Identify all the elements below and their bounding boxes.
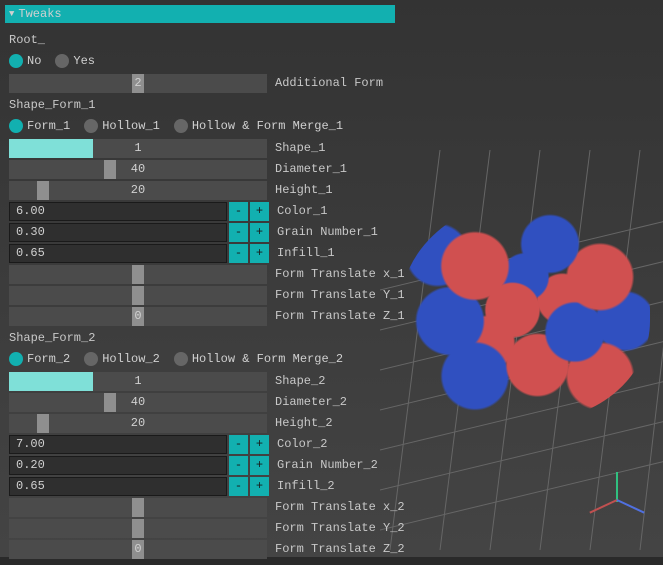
diameter2-slider[interactable]: 40 (9, 393, 267, 412)
tx2-label: Form Translate x_2 (275, 500, 405, 514)
tz1-value: 0 (134, 309, 141, 323)
rendered-object (400, 200, 650, 420)
infill1-input[interactable]: 0.65 (9, 244, 227, 263)
root-yes-label: Yes (73, 54, 95, 68)
grain2-input[interactable]: 0.20 (9, 456, 227, 475)
additional-form-label: Additional Form (275, 76, 383, 90)
grain1-plus-button[interactable]: + (250, 223, 269, 242)
color2-label: Color_2 (277, 437, 327, 451)
form1-radio-merge[interactable] (174, 119, 188, 133)
infill2-input[interactable]: 0.65 (9, 477, 227, 496)
tx1-slider[interactable] (9, 265, 267, 284)
form1-radio-hollow[interactable] (84, 119, 98, 133)
height2-value: 20 (131, 416, 145, 430)
tz2-slider[interactable]: 0 (9, 540, 267, 559)
tx2-slider[interactable] (9, 498, 267, 517)
grain1-input[interactable]: 0.30 (9, 223, 227, 242)
tz1-label: Form Translate Z_1 (275, 309, 405, 323)
form1-radio-form-label: Form_1 (27, 119, 70, 133)
diameter2-value: 40 (131, 395, 145, 409)
shape1-label: Shape_1 (275, 141, 325, 155)
infill1-label: Infill_1 (277, 246, 335, 260)
form2-radio-hollow-label: Hollow_2 (102, 352, 160, 366)
color1-input[interactable]: 6.00 (9, 202, 227, 221)
shape2-value: 1 (134, 374, 141, 388)
grain2-plus-button[interactable]: + (250, 456, 269, 475)
form2-radio-merge[interactable] (174, 352, 188, 366)
form2-radio-merge-label: Hollow & Form Merge_2 (192, 352, 343, 366)
form2-radio-form[interactable] (9, 352, 23, 366)
color2-plus-button[interactable]: + (250, 435, 269, 454)
panel-header[interactable]: ▼ Tweaks (5, 5, 395, 23)
diameter1-slider[interactable]: 40 (9, 160, 267, 179)
ty2-slider[interactable] (9, 519, 267, 538)
root-yes-radio[interactable] (55, 54, 69, 68)
diameter1-label: Diameter_1 (275, 162, 347, 176)
diameter2-label: Diameter_2 (275, 395, 347, 409)
form1-radio-hollow-label: Hollow_1 (102, 119, 160, 133)
root-no-label: No (27, 54, 41, 68)
panel-title: Tweaks (18, 7, 61, 21)
height1-label: Height_1 (275, 183, 333, 197)
shape2-slider[interactable]: 1 (9, 372, 267, 391)
height1-slider[interactable]: 20 (9, 181, 267, 200)
height1-value: 20 (131, 183, 145, 197)
tz2-label: Form Translate Z_2 (275, 542, 405, 556)
grain1-minus-button[interactable]: - (229, 223, 248, 242)
axis-gizmo (588, 472, 648, 532)
shape1-value: 1 (134, 141, 141, 155)
tz2-value: 0 (134, 542, 141, 556)
height2-slider[interactable]: 20 (9, 414, 267, 433)
color1-label: Color_1 (277, 204, 327, 218)
form1-radio-row: Form_1 Hollow_1 Hollow & Form Merge_1 (9, 116, 391, 136)
grain1-label: Grain Number_1 (277, 225, 378, 239)
form2-radio-hollow[interactable] (84, 352, 98, 366)
shape1-slider[interactable]: 1 (9, 139, 267, 158)
infill1-minus-button[interactable]: - (229, 244, 248, 263)
additional-form-value: 2 (134, 76, 141, 90)
infill2-plus-button[interactable]: + (250, 477, 269, 496)
height2-label: Height_2 (275, 416, 333, 430)
grain2-minus-button[interactable]: - (229, 456, 248, 475)
collapse-icon: ▼ (9, 9, 14, 19)
root-no-radio[interactable] (9, 54, 23, 68)
diameter1-value: 40 (131, 162, 145, 176)
tx1-label: Form Translate x_1 (275, 267, 405, 281)
grain2-label: Grain Number_2 (277, 458, 378, 472)
infill2-minus-button[interactable]: - (229, 477, 248, 496)
tweaks-panel: ▼ Tweaks Root_ No Yes 2 Additional Form … (5, 5, 395, 565)
color2-input[interactable]: 7.00 (9, 435, 227, 454)
ty1-slider[interactable] (9, 286, 267, 305)
color2-minus-button[interactable]: - (229, 435, 248, 454)
form1-heading: Shape_Form_1 (9, 98, 391, 112)
infill1-plus-button[interactable]: + (250, 244, 269, 263)
ty2-label: Form Translate Y_2 (275, 521, 405, 535)
shape2-label: Shape_2 (275, 374, 325, 388)
infill2-label: Infill_2 (277, 479, 335, 493)
form2-radio-row: Form_2 Hollow_2 Hollow & Form Merge_2 (9, 349, 391, 369)
root-radio-row: No Yes (9, 51, 391, 71)
form1-radio-merge-label: Hollow & Form Merge_1 (192, 119, 343, 133)
form2-heading: Shape_Form_2 (9, 331, 391, 345)
form1-radio-form[interactable] (9, 119, 23, 133)
ty1-label: Form Translate Y_1 (275, 288, 405, 302)
color1-minus-button[interactable]: - (229, 202, 248, 221)
form2-radio-form-label: Form_2 (27, 352, 70, 366)
tz1-slider[interactable]: 0 (9, 307, 267, 326)
color1-plus-button[interactable]: + (250, 202, 269, 221)
root-heading: Root_ (9, 33, 391, 47)
additional-form-slider[interactable]: 2 (9, 74, 267, 93)
